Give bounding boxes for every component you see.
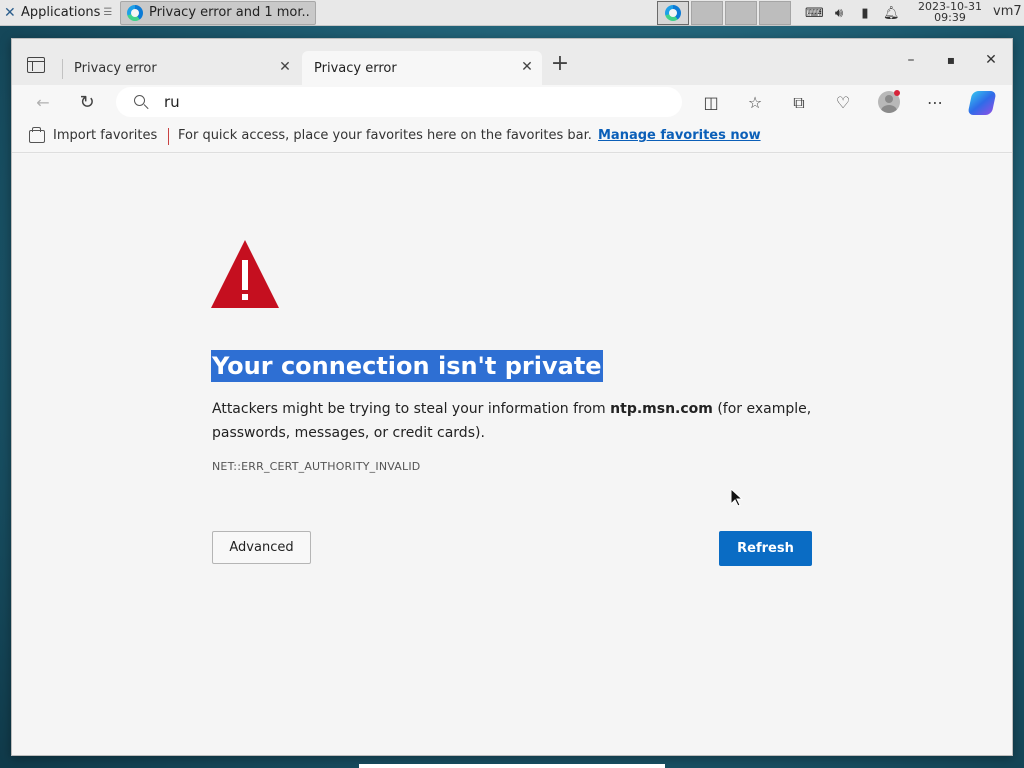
clock[interactable]: 2023-10-31 09:39 <box>914 1 986 23</box>
tab-privacy-error-1[interactable]: Privacy error ✕ <box>62 51 300 85</box>
system-tray: ⌨ 🔊︎ ▮ 🔔︎ <box>805 0 900 26</box>
domain-name: ntp.msn.com <box>610 401 713 417</box>
advanced-button[interactable]: Advanced <box>212 531 311 564</box>
import-favorites-button[interactable]: Import favorites <box>53 128 157 143</box>
network-icon[interactable]: ⌨ <box>805 6 824 21</box>
close-tab-icon[interactable]: ✕ <box>278 60 292 74</box>
edge-icon <box>127 4 143 21</box>
address-input[interactable] <box>164 91 664 113</box>
mouse-cursor-icon <box>731 489 743 507</box>
desktop-panel-edge <box>359 764 665 768</box>
separator-icon: ☰ <box>103 7 113 18</box>
collections-icon[interactable]: ⧉ <box>789 93 809 113</box>
xfce-logo-icon: ✕ <box>4 4 16 21</box>
taskbar-window-title: Privacy error and 1 mor... <box>148 5 310 20</box>
tab-label: Privacy error <box>74 60 157 76</box>
maximize-button[interactable]: ▪ <box>940 49 962 71</box>
tab-privacy-error-2[interactable]: Privacy error ✕ <box>302 51 542 85</box>
split-screen-icon[interactable]: ◫ <box>701 93 721 113</box>
workspace-switcher <box>657 1 791 25</box>
description-prefix: Attackers might be trying to steal your … <box>212 401 611 417</box>
refresh-button[interactable]: Refresh <box>719 531 812 566</box>
taskbar-window-button[interactable]: Privacy error and 1 mor... <box>120 0 317 25</box>
page-title: Your connection isn't private <box>211 350 603 382</box>
tab-label: Privacy error <box>314 60 397 76</box>
minimize-button[interactable]: – <box>900 49 922 71</box>
notification-bell-icon[interactable]: 🔔︎ <box>883 6 900 21</box>
workspace-3[interactable] <box>725 1 757 25</box>
workspace-2[interactable] <box>691 1 723 25</box>
search-icon <box>132 93 150 111</box>
favorites-hint: For quick access, place your favorites h… <box>178 128 592 143</box>
favorites-icon[interactable]: ☆ <box>745 93 765 113</box>
hostname-label: vm7 <box>993 4 1022 19</box>
volume-icon[interactable]: 🔊︎ <box>831 6 847 21</box>
browser-essentials-icon[interactable]: ♡ <box>833 93 853 113</box>
battery-icon[interactable]: ▮ <box>857 6 873 21</box>
page-content: Your connection isn't private Attackers … <box>12 154 1012 755</box>
clock-time: 09:39 <box>934 11 966 24</box>
error-code: NET::ERR_CERT_AUTHORITY_INVALID <box>212 460 421 473</box>
applications-menu-button[interactable]: ✕ Applications ☰ <box>0 0 116 26</box>
tab-strip: Privacy error ✕ Privacy error ✕ + – ▪ ✕ <box>12 39 1012 85</box>
warning-triangle-icon <box>211 240 279 308</box>
toolbar: ← ↻ ◫ ☆ ⧉ ♡ ⋯ <box>12 85 1012 121</box>
taskbar: ✕ Applications ☰ Privacy error and 1 mor… <box>0 0 1024 26</box>
more-options-icon[interactable]: ⋯ <box>925 93 945 113</box>
address-bar[interactable] <box>116 87 682 117</box>
new-tab-button[interactable]: + <box>550 53 570 75</box>
copilot-icon[interactable] <box>967 91 997 115</box>
tab-actions-icon[interactable] <box>27 57 45 73</box>
manage-favorites-link[interactable]: Manage favorites now <box>598 128 761 143</box>
workspace-1[interactable] <box>657 1 689 25</box>
close-window-button[interactable]: ✕ <box>980 49 1002 71</box>
refresh-icon[interactable]: ↻ <box>77 93 97 113</box>
favorites-bar: Import favorites For quick access, place… <box>12 121 1012 153</box>
close-tab-icon[interactable]: ✕ <box>520 60 534 74</box>
error-description: Attackers might be trying to steal your … <box>212 397 822 445</box>
workspace-4[interactable] <box>759 1 791 25</box>
browser-window: Privacy error ✕ Privacy error ✕ + – ▪ ✕ … <box>11 38 1013 756</box>
profile-notification-dot <box>894 90 900 96</box>
import-favorites-icon <box>29 127 45 143</box>
favorites-divider <box>168 128 169 145</box>
edge-icon <box>665 5 681 21</box>
back-button[interactable]: ← <box>33 93 53 113</box>
applications-label: Applications <box>21 5 101 20</box>
